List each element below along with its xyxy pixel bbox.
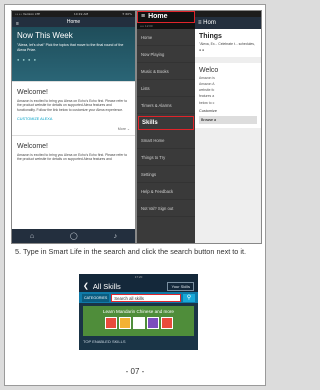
hero-card[interactable]: Now This Week "Alexa, let's chat" Pick t…	[12, 27, 135, 81]
app-header: ≡ Home	[12, 17, 135, 27]
banner-title: Learn Mandarin Chinese and more	[103, 309, 174, 314]
menu-item-not-val-sign-out[interactable]: Not Val? Sign out	[137, 200, 195, 217]
menu-item-music-books[interactable]: Music & Books	[137, 63, 195, 80]
welcome-title: Welco	[199, 66, 219, 74]
alexa-menu-screenshot: ≡ Home •••• 12:00 Home Now Playing Music & …	[136, 10, 262, 244]
music-icon[interactable]: ♪	[114, 233, 118, 240]
alexa-home-screenshot: •••• Verizon LTE 10:19 AM ✈ 60% ≡ Home N…	[11, 10, 136, 244]
side-menu: ≡ Home •••• 12:00 Home Now Playing Music & …	[137, 11, 195, 243]
things-title: Things	[199, 33, 222, 40]
card-title: Welcome!	[17, 89, 48, 96]
menu-item-skills[interactable]: Skills	[138, 116, 194, 130]
menu-item-things-to-try[interactable]: Things to Try	[137, 149, 195, 166]
tile-icon	[104, 317, 117, 329]
chat-icon[interactable]: ◯	[70, 232, 78, 240]
carousel-dots: ● ● ● ●	[17, 57, 37, 63]
menu-list: Home Now Playing Music & Books Lists Timers …	[137, 29, 195, 217]
home-label: Home	[148, 13, 168, 20]
home-highlight[interactable]: ≡ Home	[137, 11, 195, 23]
welcome-line: Amazon is	[199, 75, 215, 80]
search-input[interactable]: Search all skills	[111, 293, 181, 302]
search-icon[interactable]: ⚲	[183, 293, 195, 302]
back-icon[interactable]: ❮	[83, 282, 89, 290]
welcome-line: website fo	[199, 88, 215, 93]
your-skills-button[interactable]: Your Skills	[167, 281, 194, 291]
menu-item-help-feedback[interactable]: Help & Feedback	[137, 183, 195, 200]
customize-alexa-link[interactable]: CUSTOMIZE ALEXA	[17, 117, 130, 121]
main-header: ≡ Hom	[195, 17, 261, 29]
categories-button[interactable]: CATEGORIES	[82, 293, 110, 302]
skills-title: All Skills	[92, 281, 121, 291]
page-number: - 07 -	[125, 367, 145, 376]
header-title: Home	[66, 19, 81, 25]
menu-item-home[interactable]: Home	[137, 29, 195, 46]
tile-icon	[146, 317, 159, 329]
tile-icon	[160, 317, 173, 329]
welcome-line: Amazon A	[199, 81, 215, 86]
card-text-2: Amazon is excited to bring you Alexa on …	[17, 152, 128, 162]
menu-item-timers-alarms[interactable]: Timers & Alarms	[137, 97, 195, 114]
menu-item-now-playing[interactable]: Now Playing	[137, 46, 195, 63]
main-panel: ≡ Hom Things "Alexa, Ex... Celebrate t..…	[195, 11, 261, 243]
card-text: Amazon is excited to bring you Alexa on …	[17, 99, 128, 112]
things-card[interactable]: Things "Alexa, Ex... Celebrate t... sche…	[195, 29, 261, 57]
bottom-nav: ⌂ ◯ ♪	[12, 229, 135, 243]
manual-page: •••• Verizon LTE 10:19 AM ✈ 60% ≡ Home N…	[4, 4, 266, 386]
all-skills-screenshot: 17:20 ❮ All Skills Your Skills CATEGORIE…	[79, 274, 198, 350]
welcome-card: Welco Amazon is Amazon A website fo feat…	[195, 62, 261, 129]
menu-item-smart-home[interactable]: Smart Home	[137, 132, 195, 149]
home-icon[interactable]: ⌂	[30, 233, 34, 240]
welcome-line: below to c	[199, 100, 215, 105]
menu-icon[interactable]: ≡	[16, 19, 19, 29]
hero-text: "Alexa, let's chat" Pick the topics that…	[17, 43, 124, 52]
more-button[interactable]: More ⌄	[17, 127, 130, 131]
menu-item-lists[interactable]: Lists	[137, 80, 195, 97]
section-label: TOP ENABLED SKILLS	[83, 339, 126, 344]
customize-link[interactable]: Customize	[199, 109, 257, 113]
search-bar: CATEGORIES Search all skills ⚲	[79, 292, 198, 303]
welcome-card-2: Welcome! Amazon is excited to bring you …	[12, 134, 135, 166]
menu-icon[interactable]: ≡	[141, 13, 145, 20]
hero-title: Now This Week	[17, 31, 73, 40]
carousel-dots: ● ●	[199, 48, 205, 53]
step-instruction: 5. Type in Smart Life in the search and …	[15, 247, 247, 256]
welcome-line: features a	[199, 94, 215, 99]
welcome-card: Welcome! Amazon is excited to bring you …	[12, 81, 135, 135]
banner-tiles	[83, 317, 194, 329]
tile-icon	[132, 317, 145, 329]
things-text: "Alexa, Ex... Celebrate t... schedules,	[199, 42, 255, 46]
tile-icon	[118, 317, 131, 329]
menu-item-settings[interactable]: Settings	[137, 166, 195, 183]
card-title-2: Welcome!	[17, 142, 48, 150]
skills-header: ❮ All Skills Your Skills	[79, 280, 198, 292]
browse-button[interactable]: Browse a	[199, 116, 257, 125]
promo-banner[interactable]: Learn Mandarin Chinese and more	[83, 306, 194, 336]
